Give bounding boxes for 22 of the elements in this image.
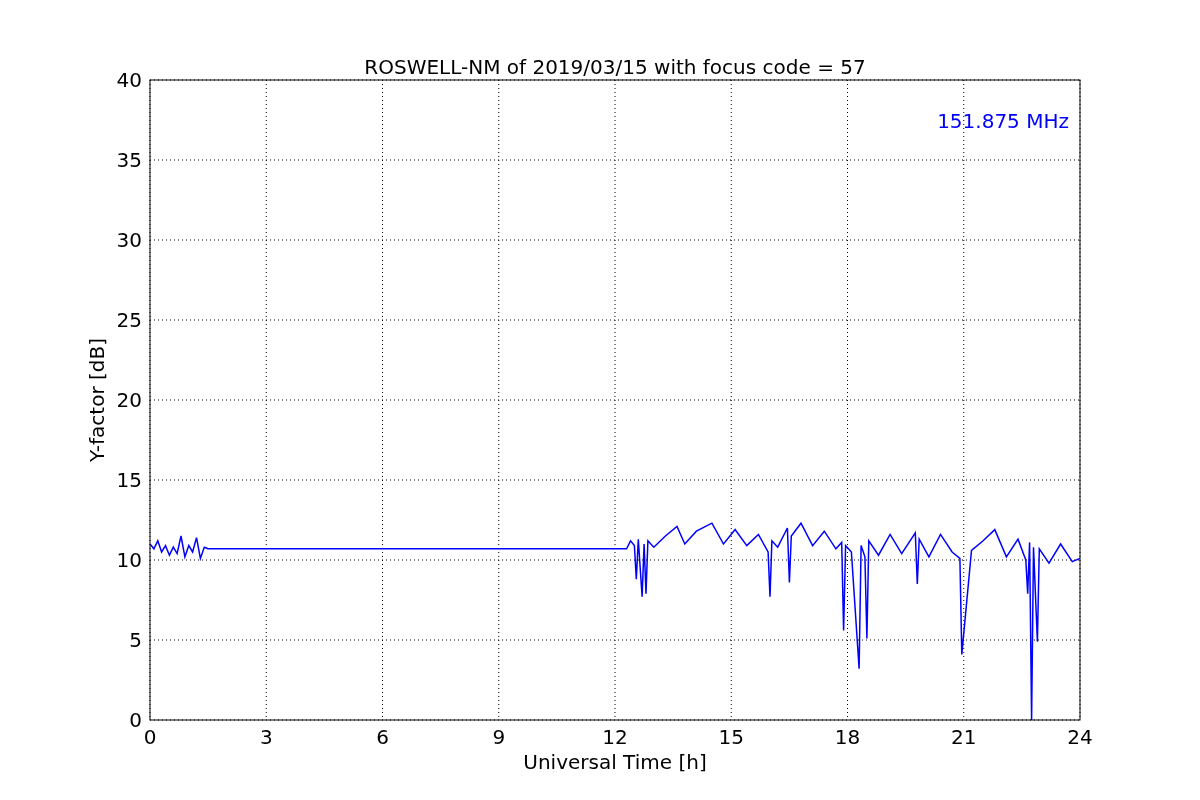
x-tick-label: 6: [376, 725, 389, 749]
y-tick-label: 25: [116, 308, 142, 332]
y-tick-label: 0: [129, 708, 142, 732]
x-tick-label: 15: [718, 725, 744, 749]
x-axis-label: Universal Time [h]: [523, 750, 707, 774]
x-tick-label: 18: [834, 725, 861, 749]
x-tick-label: 21: [951, 725, 977, 749]
x-tick-label: 9: [492, 725, 506, 749]
y-tick-label: 40: [116, 68, 142, 92]
y-tick-label: 15: [116, 468, 142, 492]
y-tick-label: 20: [116, 388, 142, 412]
y-axis-label: Y-factor [dB]: [85, 338, 109, 462]
x-tick-label: 0: [143, 725, 157, 749]
legend-label: 151.875 MHz: [937, 109, 1069, 133]
y-tick-label: 30: [116, 228, 142, 252]
y-tick-label: 10: [116, 548, 142, 572]
x-tick-label: 12: [602, 725, 628, 749]
chart-title: ROSWELL-NM of 2019/03/15 with focus code = 57: [364, 55, 866, 79]
y-tick-label: 35: [116, 148, 142, 172]
y-tick-label: 5: [129, 628, 142, 652]
x-tick-label: 3: [259, 725, 273, 749]
x-tick-label: 24: [1067, 725, 1093, 749]
